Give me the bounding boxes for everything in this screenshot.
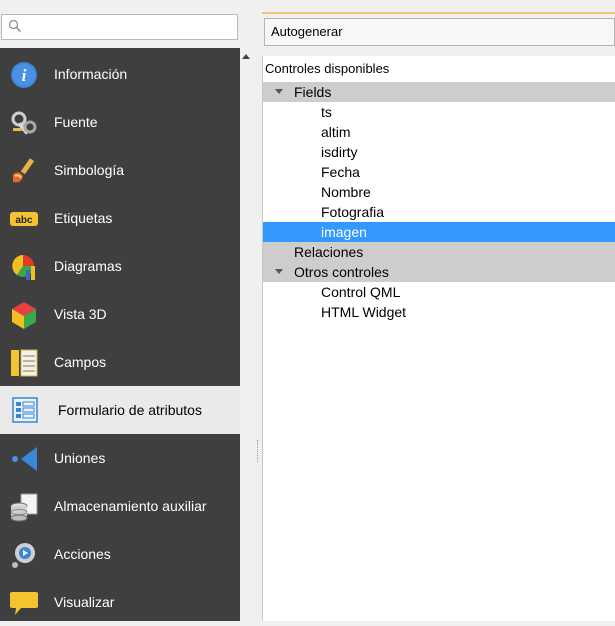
tree-item-field[interactable]: Fotografia: [263, 202, 615, 222]
sidebar-item-label: Vista 3D: [54, 306, 107, 322]
form-designer-panel: Autogenerar Controles disponibles Fields…: [262, 0, 615, 621]
sidebar-item-fuente[interactable]: Fuente: [0, 98, 240, 146]
form-mode-select[interactable]: Autogenerar: [264, 18, 615, 46]
tree-item-field[interactable]: altim: [263, 122, 615, 142]
tree-item-field[interactable]: Fecha: [263, 162, 615, 182]
sidebar-scrollbar[interactable]: [240, 48, 253, 621]
tree-item-field[interactable]: Nombre: [263, 182, 615, 202]
sidebar-item-label: Uniones: [54, 450, 106, 466]
auxiliary-storage-icon: [10, 493, 38, 522]
chevron-down-icon[interactable]: [275, 89, 283, 94]
sidebar-item-diagramas[interactable]: Diagramas: [0, 242, 240, 290]
sidebar-item-label: Simbología: [54, 162, 125, 178]
divider: [262, 12, 615, 14]
tree-group-fields[interactable]: Fields: [263, 82, 615, 102]
sidebar-item-formulario-de-atributos[interactable]: Formulario de atributos: [0, 386, 240, 434]
tree-group-label: Relaciones: [294, 244, 364, 260]
info-icon: i: [11, 62, 37, 88]
sidebar-item-label: Diagramas: [54, 258, 122, 274]
diagrams-icon: [12, 255, 35, 280]
tree-group-relations[interactable]: Relaciones: [263, 242, 615, 262]
joins-icon: [12, 447, 37, 471]
tree-item-field-selected[interactable]: imagen: [263, 222, 615, 242]
3d-view-icon: [12, 302, 36, 329]
sidebar-item-simbologia[interactable]: Simbología: [0, 146, 240, 194]
svg-text:abc: abc: [15, 215, 33, 226]
sidebar-item-label: Información: [54, 66, 128, 82]
chevron-down-icon[interactable]: [275, 269, 283, 274]
source-icon: [11, 111, 37, 135]
sidebar-item-label: Almacenamiento auxiliar: [54, 498, 207, 514]
sidebar-item-visualizar[interactable]: Visualizar: [0, 578, 240, 626]
sidebar-item-label: Acciones: [54, 546, 111, 562]
splitter-handle[interactable]: [255, 0, 262, 621]
tree-group-label: Otros controles: [294, 264, 389, 280]
sidebar-item-label: Visualizar: [54, 594, 115, 610]
sidebar-item-label: Formulario de atributos: [58, 402, 202, 418]
sidebar-item-acciones[interactable]: Acciones: [0, 530, 240, 578]
search-input[interactable]: [1, 14, 238, 40]
sidebar-item-informacion[interactable]: i Información: [0, 50, 240, 98]
sidebar-item-campos[interactable]: Campos: [0, 338, 240, 386]
tree-header: Controles disponibles: [265, 61, 390, 76]
svg-text:i: i: [22, 66, 27, 85]
search-icon: [8, 19, 21, 32]
sidebar-item-almacenamiento-auxiliar[interactable]: Almacenamiento auxiliar: [0, 482, 240, 530]
labels-icon: abc: [10, 212, 38, 226]
sidebar-item-uniones[interactable]: Uniones: [0, 434, 240, 482]
available-widgets-tree[interactable]: Controles disponibles Fields ts altim is…: [262, 56, 615, 621]
tree-group-other-controls[interactable]: Otros controles: [263, 262, 615, 282]
tree-item-field[interactable]: isdirty: [263, 142, 615, 162]
scroll-up-icon[interactable]: [242, 54, 250, 59]
actions-icon: [12, 543, 35, 568]
tree-item-control[interactable]: HTML Widget: [263, 302, 615, 322]
sidebar-item-etiquetas[interactable]: abc Etiquetas: [0, 194, 240, 242]
fields-icon: [11, 349, 38, 377]
sidebar-item-label: Fuente: [54, 114, 98, 130]
tree-item-control[interactable]: Control QML: [263, 282, 615, 302]
sidebar-nav: i Información Fuente Simbología abc Etiq…: [0, 48, 240, 621]
sidebar-item-label: Etiquetas: [54, 210, 113, 226]
sidebar-item-vista-3d[interactable]: Vista 3D: [0, 290, 240, 338]
sidebar: i Información Fuente Simbología abc Etiq…: [0, 0, 253, 621]
tree-item-field[interactable]: ts: [263, 102, 615, 122]
tree-group-label: Fields: [294, 84, 332, 100]
display-icon: [10, 592, 38, 615]
symbology-icon: [13, 158, 35, 183]
attributes-form-icon: [12, 397, 38, 423]
sidebar-item-label: Campos: [54, 354, 107, 370]
